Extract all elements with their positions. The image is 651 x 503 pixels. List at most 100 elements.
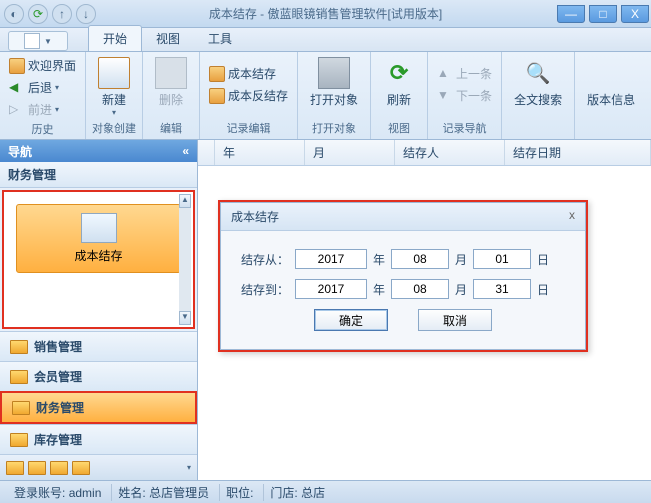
quick-down-button[interactable]: ↓ [76, 4, 96, 24]
delete-icon [155, 57, 187, 89]
nav-group-sales[interactable]: 销售管理 [0, 331, 197, 361]
unit-day: 日 [537, 281, 549, 298]
nav-item-cost-settle[interactable]: 成本结存 [16, 204, 181, 273]
unit-month: 月 [455, 251, 467, 268]
nav-header: 导航 « [0, 140, 197, 162]
folder-icon [10, 340, 28, 354]
nav-panel: 导航 « 财务管理 成本结存 ▲ ▼ 销售管理 会员管理 财务管理 库存管理 [0, 140, 198, 480]
group-create-label: 对象创建 [92, 119, 136, 136]
ribbon: 欢迎界面 ◀后退 ▾ ▷前进 ▾ 历史 新建▾ 对象创建 删除 编辑 成本结存 … [0, 52, 651, 140]
back-icon: ◀ [9, 80, 25, 96]
group-history-label: 历史 [6, 120, 79, 137]
to-day-input[interactable] [473, 279, 531, 299]
folder-icon [10, 370, 28, 384]
sys-menu-button[interactable]: ◐ [4, 4, 24, 24]
th-person[interactable]: 结存人 [395, 140, 505, 165]
unit-year: 年 [373, 281, 385, 298]
table-header: 年 月 结存人 结存日期 [198, 140, 651, 166]
group-view-label: 视图 [377, 119, 421, 136]
to-month-input[interactable] [391, 279, 449, 299]
new-button[interactable]: 新建▾ [92, 55, 136, 119]
nav-group-member[interactable]: 会员管理 [0, 361, 197, 391]
app-menu-dropdown[interactable]: ▼ [8, 31, 68, 51]
prev-record-button[interactable]: ▲上一条 [434, 63, 495, 84]
welcome-button[interactable]: 欢迎界面 [6, 55, 79, 76]
folder-icon[interactable] [72, 461, 90, 475]
status-shop: 门店: 总店 [263, 484, 331, 501]
group-edit-label: 编辑 [149, 119, 193, 136]
tab-tools[interactable]: 工具 [194, 26, 246, 51]
up-icon: ▲ [437, 66, 453, 82]
th-date[interactable]: 结存日期 [505, 140, 651, 165]
nav-scrollbar[interactable]: ▲ ▼ [179, 194, 191, 325]
from-day-input[interactable] [473, 249, 531, 269]
scroll-up-button[interactable]: ▲ [179, 194, 191, 208]
th-month[interactable]: 月 [305, 140, 395, 165]
nav-section-title: 财务管理 [0, 162, 197, 188]
refresh-icon: ⟳ [383, 57, 415, 89]
to-year-input[interactable] [295, 279, 367, 299]
folder-icon [12, 401, 30, 415]
quick-up-button[interactable]: ↑ [52, 4, 72, 24]
cost-unsettle-button[interactable]: 成本反结存 [206, 85, 291, 106]
forward-button[interactable]: ▷前进 ▾ [6, 99, 79, 120]
window-title: 成本结存 - 傲蓝眼镜销售管理软件[试用版本] [96, 5, 555, 22]
group-record-nav-label: 记录导航 [434, 119, 495, 136]
refresh-button[interactable]: ⟳刷新 [377, 55, 421, 110]
next-record-button[interactable]: ▼下一条 [434, 85, 495, 106]
tab-start[interactable]: 开始 [88, 25, 142, 51]
cancel-button[interactable]: 取消 [418, 309, 492, 331]
status-account: 登录账号: admin [8, 484, 107, 501]
version-info-button[interactable]: 版本信息 [581, 55, 641, 110]
statusbar: 登录账号: admin 姓名: 总店管理员 职位: 门店: 总店 [0, 480, 651, 503]
info-icon [595, 57, 627, 89]
minimize-button[interactable]: — [557, 5, 585, 23]
from-year-input[interactable] [295, 249, 367, 269]
maximize-button[interactable]: □ [589, 5, 617, 23]
close-button[interactable]: X [621, 5, 649, 23]
th-year[interactable]: 年 [215, 140, 305, 165]
back-button[interactable]: ◀后退 ▾ [6, 77, 79, 98]
status-name: 姓名: 总店管理员 [111, 484, 215, 501]
from-label: 结存从： [241, 251, 289, 268]
th-selector[interactable] [198, 140, 215, 165]
dialog-close-button[interactable]: x [569, 208, 575, 225]
content-area: 年 月 结存人 结存日期 成本结存 x 结存从： 年 月 [198, 140, 651, 480]
unsettle-icon [209, 88, 225, 104]
cost-settle-dialog: 成本结存 x 结存从： 年 月 日 结存到： [218, 200, 588, 352]
search-icon: 🔍 [522, 57, 554, 89]
ok-button[interactable]: 确定 [314, 309, 388, 331]
folder-icon [10, 433, 28, 447]
open-icon [318, 57, 350, 89]
to-label: 结存到： [241, 281, 289, 298]
tab-view[interactable]: 视图 [142, 26, 194, 51]
group-open-label: 打开对象 [304, 119, 364, 136]
folder-icon[interactable] [6, 461, 24, 475]
open-object-button[interactable]: 打开对象 [304, 55, 364, 110]
unit-year: 年 [373, 251, 385, 268]
home-icon [9, 58, 25, 74]
nav-config-button[interactable]: ▾ [187, 463, 191, 472]
fulltext-search-button[interactable]: 🔍全文搜索 [508, 55, 568, 110]
nav-group-stock[interactable]: 库存管理 [0, 424, 197, 454]
cost-settle-button[interactable]: 成本结存 [206, 63, 291, 84]
delete-button[interactable]: 删除 [149, 55, 193, 110]
layout-icon [24, 33, 40, 49]
chevron-down-icon: ▼ [44, 37, 52, 46]
scroll-down-button[interactable]: ▼ [179, 311, 191, 325]
refresh-quick-button[interactable]: ⟳ [28, 4, 48, 24]
settle-icon [209, 66, 225, 82]
forward-icon: ▷ [9, 102, 25, 118]
nav-footer: ▾ [0, 454, 197, 480]
cost-settle-icon [81, 213, 117, 243]
folder-icon[interactable] [28, 461, 46, 475]
folder-icon[interactable] [50, 461, 68, 475]
dialog-titlebar: 成本结存 x [221, 203, 585, 231]
dialog-title-text: 成本结存 [231, 208, 279, 225]
status-title: 职位: [219, 484, 259, 501]
unit-month: 月 [455, 281, 467, 298]
nav-collapse-button[interactable]: « [182, 144, 189, 158]
nav-group-finance[interactable]: 财务管理 [0, 391, 197, 424]
from-month-input[interactable] [391, 249, 449, 269]
menubar: ▼ 开始 视图 工具 [0, 28, 651, 52]
